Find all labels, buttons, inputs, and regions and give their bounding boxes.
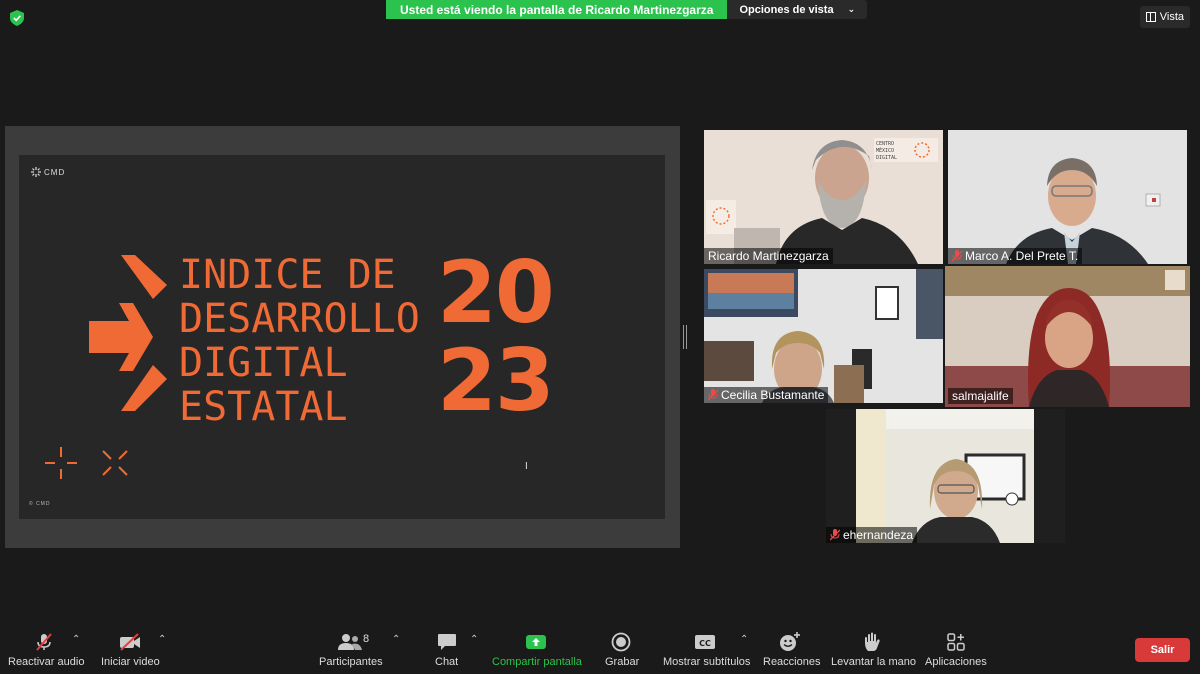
participant-video: CENTRO MÉXICO DIGITAL — [706, 138, 938, 264]
slide-copyright: © CMD — [29, 501, 51, 507]
participant-name: Marco A. Del Prete T. — [965, 249, 1079, 263]
screen-share-banner: Usted está viendo la pantalla de Ricardo… — [386, 0, 868, 19]
raise-hand-button[interactable]: Levantar la mano — [830, 632, 916, 672]
view-button-label: Vista — [1159, 11, 1184, 23]
grid-view-icon — [1145, 12, 1156, 22]
svg-text:DIGITAL: DIGITAL — [876, 155, 897, 161]
slide-logo-text: CMD — [44, 167, 66, 177]
muted-mic-icon — [36, 633, 52, 651]
leave-button[interactable]: Salir — [1135, 638, 1190, 662]
smiley-plus-icon — [780, 632, 800, 651]
chevron-up-icon[interactable]: ⌃ — [158, 634, 166, 645]
participant-name: ehernandeza — [843, 528, 914, 542]
chevron-down-icon: ⌄ — [847, 4, 856, 14]
video-tile[interactable]: Cecilia Bustamante — [704, 269, 943, 403]
view-options-label: Opciones de vista — [739, 3, 834, 16]
muted-mic-icon — [830, 529, 840, 541]
toolbar-label: Grabar — [605, 656, 640, 668]
view-options-button[interactable]: Opciones de vista ⌄ — [727, 0, 868, 19]
video-tile[interactable]: Marco A. Del Prete T. — [948, 130, 1187, 264]
video-tile[interactable]: CENTRO MÉXICO DIGITAL Ricardo Martinezga… — [704, 130, 943, 264]
toolbar-label: Chat — [435, 656, 459, 668]
participants-icon — [338, 634, 362, 650]
show-subtitles-button[interactable]: CC Mostrar subtítulos — [662, 632, 750, 672]
svg-text:MÉXICO: MÉXICO — [876, 146, 894, 154]
apps-button[interactable]: Aplicaciones — [924, 632, 988, 672]
leave-button-label: Salir — [1150, 644, 1175, 656]
video-tile-active-speaker[interactable]: salmajalife — [945, 266, 1190, 407]
slide-title-line: INDICE DE — [179, 252, 396, 298]
toolbar-label: Reactivar audio — [8, 656, 85, 668]
toolbar-label: Mostrar subtítulos — [663, 656, 751, 668]
sunburst-icon — [31, 167, 41, 177]
video-off-icon — [120, 633, 140, 651]
chat-button[interactable]: Chat — [432, 632, 462, 672]
participant-name-label: Cecilia Bustamante — [704, 387, 829, 403]
participants-count: 8 — [363, 633, 370, 645]
panel-resize-handle[interactable] — [683, 325, 687, 349]
svg-text:CENTRO: CENTRO — [876, 141, 894, 147]
shared-screen: CMD INDICE DE DESARROLLO DIGITAL ESTATAL… — [5, 126, 680, 548]
muted-mic-icon — [708, 389, 718, 401]
participant-name-label: salmajalife — [948, 388, 1013, 404]
chevron-up-icon[interactable]: ⌃ — [470, 634, 478, 645]
participant-video — [948, 130, 1187, 264]
toolbar-label: Levantar la mano — [831, 656, 916, 668]
closed-captions-icon: CC — [695, 635, 715, 649]
presentation-slide: CMD INDICE DE DESARROLLO DIGITAL ESTATAL… — [19, 155, 665, 519]
record-icon — [611, 632, 631, 652]
toolbar-label: Compartir pantalla — [492, 656, 582, 668]
muted-mic-icon — [952, 250, 962, 262]
slide-year: 20 23 — [437, 243, 555, 431]
participant-name-label: Ricardo Martinezgarza — [704, 248, 833, 264]
video-tile[interactable]: ehernandeza — [826, 409, 1065, 543]
record-button[interactable]: Grabar — [602, 632, 640, 672]
arrow-marks-graphic — [89, 255, 167, 411]
start-video-button[interactable]: Iniciar video — [100, 632, 160, 672]
toolbar-label: Reacciones — [763, 656, 821, 668]
participant-name: salmajalife — [952, 389, 1009, 403]
share-screen-button[interactable]: Compartir pantalla — [490, 632, 582, 672]
slide-logo: CMD — [31, 167, 65, 177]
slide-title-line: DESARROLLO — [179, 296, 420, 342]
meeting-toolbar: Reactivar audio ⌃ Iniciar video ⌃ 8 Part… — [0, 624, 1200, 674]
security-shield-icon[interactable] — [10, 10, 24, 26]
participant-name: Ricardo Martinezgarza — [708, 249, 829, 263]
participant-name-label: Marco A. Del Prete T. — [948, 248, 1083, 264]
slide-title: INDICE DE DESARROLLO DIGITAL ESTATAL — [179, 253, 420, 429]
participant-name: Cecilia Bustamante — [721, 388, 825, 402]
participant-name-label: ehernandeza — [826, 527, 918, 543]
text-cursor-icon: I — [525, 461, 528, 472]
chevron-up-icon[interactable]: ⌃ — [740, 634, 748, 645]
apps-icon — [947, 633, 965, 651]
participants-button[interactable]: 8 Participantes — [318, 632, 384, 672]
reactions-button[interactable]: Reacciones — [762, 632, 821, 672]
toolbar-label: Aplicaciones — [925, 656, 987, 668]
raise-hand-icon — [865, 632, 880, 651]
slide-title-line: DIGITAL — [179, 340, 348, 386]
slide-year-line: 23 — [437, 331, 555, 431]
participant-video — [704, 269, 943, 403]
toolbar-label: Participantes — [319, 656, 383, 668]
share-status-text: Usted está viendo la pantalla de Ricardo… — [386, 0, 728, 19]
chevron-up-icon[interactable]: ⌃ — [72, 634, 80, 645]
crosshair-decoration — [45, 447, 128, 479]
toolbar-label: Iniciar video — [101, 656, 160, 668]
chat-icon — [438, 634, 456, 650]
svg-text:CC: CC — [699, 639, 711, 648]
slide-year-line: 20 — [437, 243, 555, 343]
slide-title-line: ESTATAL — [179, 384, 348, 430]
view-button[interactable]: Vista — [1139, 6, 1190, 28]
share-screen-icon — [526, 635, 546, 649]
participant-video — [826, 409, 1065, 543]
chevron-up-icon[interactable]: ⌃ — [392, 634, 400, 645]
participant-video — [945, 266, 1190, 407]
